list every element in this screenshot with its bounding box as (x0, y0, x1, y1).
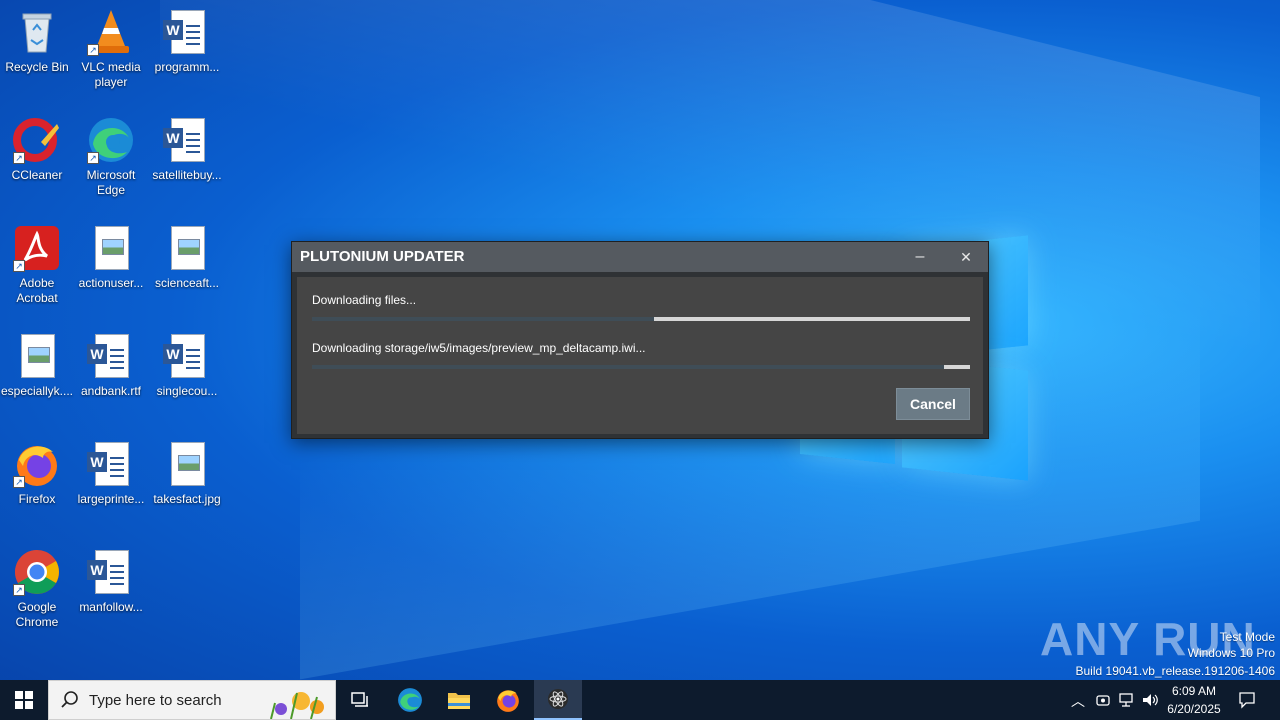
overall-status-text: Downloading files... (312, 293, 417, 307)
minimize-button[interactable]: – (897, 242, 943, 272)
network-icon[interactable] (1119, 692, 1135, 708)
plutonium-atom-icon (548, 689, 568, 709)
word-document-icon: W (87, 332, 135, 380)
desktop-icon-vlc[interactable]: ↗ VLC media player (74, 8, 148, 90)
taskbar-file-explorer-button[interactable] (435, 680, 483, 720)
word-document-icon: W (87, 548, 135, 596)
folder-icon (448, 693, 470, 709)
desktop-icon-label: Firefox (18, 492, 56, 506)
clock-date[interactable]: 6/20/2025 (1164, 702, 1224, 716)
desktop-icon-label: manfollow... (79, 600, 143, 614)
build-text: Build 19041.vb_release.191206-1406 (1075, 664, 1276, 678)
ccleaner-icon: ↗ (13, 116, 61, 164)
desktop-icon-label: scienceaft... (154, 276, 220, 290)
image-file-icon (163, 224, 211, 272)
meet-now-icon[interactable] (1096, 693, 1110, 707)
word-document-icon: W (163, 8, 211, 56)
file-progress-fill (943, 365, 970, 369)
edge-icon (398, 688, 422, 712)
desktop-icon-label: VLC media player (81, 60, 141, 89)
search-icon (61, 691, 78, 708)
desktop-icon-image-file[interactable]: especiallyk.... (0, 332, 74, 399)
dialog-body: Downloading files... Downloading storage… (297, 277, 983, 434)
desktop-icon-label: CCleaner (11, 168, 63, 182)
desktop-icon-edge[interactable]: ↗ Microsoft Edge (74, 116, 148, 198)
search-highlight-flowers-icon (270, 692, 324, 719)
overall-progress-bar (312, 317, 970, 321)
taskbar-plutonium-button[interactable] (534, 680, 582, 720)
desktop-icon-word-doc[interactable]: W largeprinte... (74, 440, 148, 507)
desktop-icon-recycle-bin[interactable]: Recycle Bin (0, 8, 74, 75)
desktop-icon-label: actionuser... (78, 276, 144, 290)
desktop-icon-label: largeprinte... (77, 492, 145, 506)
desktop-icon-label: Microsoft Edge (86, 168, 136, 197)
desktop-icon-label: especiallyk.... (0, 384, 74, 398)
taskbar: Type here to search ︿ 6:09 AM 6/20/2025 (0, 680, 1280, 720)
desktop-icon-label: takesfact.jpg (153, 492, 221, 506)
file-status-text: Downloading storage/iw5/images/preview_m… (312, 341, 646, 355)
firefox-icon: ↗ (13, 440, 61, 488)
image-file-icon (87, 224, 135, 272)
desktop-icon-label: Recycle Bin (5, 60, 69, 74)
windows-edition-text: Windows 10 Pro (1187, 646, 1275, 660)
desktop-icon-acrobat[interactable]: ↗ Adobe Acrobat (0, 224, 74, 306)
desktop-icon-word-doc[interactable]: W manfollow... (74, 548, 148, 615)
recycle-bin-icon (13, 8, 61, 56)
task-view-icon (351, 692, 368, 707)
desktop-icon-label: Adobe Acrobat (16, 276, 58, 305)
file-progress-bar (312, 365, 970, 369)
image-file-icon (163, 440, 211, 488)
cancel-button[interactable]: Cancel (896, 388, 970, 420)
windows-start-icon (15, 691, 33, 709)
desktop-icon-label: Google Chrome (15, 600, 59, 629)
desktop-icon-label: satellitebuy... (152, 168, 222, 182)
desktop-icon-label: singlecou... (156, 384, 218, 398)
desktop-icon-word-doc[interactable]: W satellitebuy... (150, 116, 224, 183)
edge-icon: ↗ (87, 116, 135, 164)
desktop-icon-word-doc[interactable]: W programm... (150, 8, 224, 75)
desktop-icon-label: programm... (154, 60, 220, 74)
desktop-icon-ccleaner[interactable]: ↗ CCleaner (0, 116, 74, 183)
test-mode-text: Test Mode (1219, 630, 1275, 644)
show-hidden-icons-chevron-icon[interactable]: ︿ (1071, 691, 1085, 711)
acrobat-icon: ↗ (13, 224, 61, 272)
firefox-icon (497, 690, 519, 712)
desktop-icon-word-doc[interactable]: W singlecou... (150, 332, 224, 399)
taskbar-edge-button[interactable] (386, 680, 434, 720)
overall-progress-fill (654, 317, 970, 321)
notifications-icon[interactable] (1238, 691, 1256, 709)
taskbar-firefox-button[interactable] (484, 680, 532, 720)
image-file-icon (13, 332, 61, 380)
desktop-icon-firefox[interactable]: ↗ Firefox (0, 440, 74, 507)
desktop-icon-word-doc[interactable]: W andbank.rtf (74, 332, 148, 399)
word-document-icon: W (87, 440, 135, 488)
chrome-icon: ↗ (13, 548, 61, 596)
desktop-icon-image-file[interactable]: takesfact.jpg (150, 440, 224, 507)
word-document-icon: W (163, 332, 211, 380)
start-button[interactable] (0, 680, 48, 720)
desktop-icon-image-file[interactable]: scienceaft... (150, 224, 224, 291)
close-button[interactable]: ✕ (943, 242, 989, 272)
plutonium-updater-dialog: PLUTONIUM UPDATER – ✕ Downloading files.… (291, 241, 989, 439)
dialog-title: PLUTONIUM UPDATER (300, 248, 465, 265)
taskbar-search-box[interactable]: Type here to search (48, 680, 336, 720)
search-placeholder: Type here to search (89, 692, 222, 709)
task-view-button[interactable] (336, 680, 384, 720)
desktop-icon-image-file[interactable]: actionuser... (74, 224, 148, 291)
word-document-icon: W (163, 116, 211, 164)
desktop-icon-label: andbank.rtf (80, 384, 142, 398)
vlc-cone-icon: ↗ (87, 8, 135, 56)
dialog-title-bar[interactable]: PLUTONIUM UPDATER – ✕ (292, 242, 988, 272)
desktop-icon-chrome[interactable]: ↗ Google Chrome (0, 548, 74, 630)
clock-time[interactable]: 6:09 AM (1164, 684, 1224, 698)
volume-icon[interactable] (1142, 692, 1160, 708)
